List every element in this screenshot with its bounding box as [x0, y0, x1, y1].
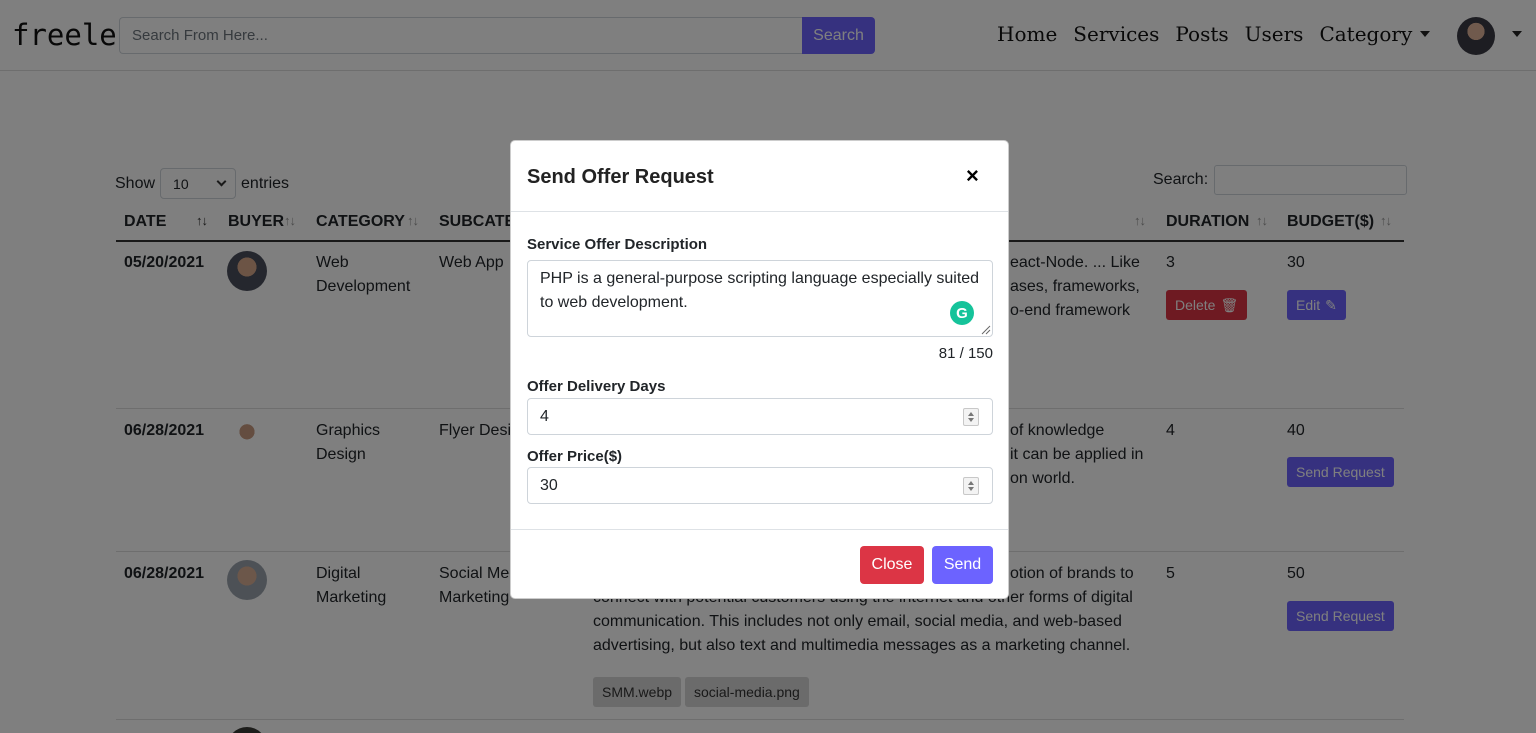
description-label: Service Offer Description	[527, 236, 708, 253]
char-counter: 81 / 150	[938, 345, 993, 362]
grammarly-icon[interactable]: G	[950, 301, 974, 325]
send-button[interactable]: Send	[932, 546, 993, 584]
price-input[interactable]: 30	[527, 467, 993, 504]
number-spinner-icon[interactable]	[963, 408, 979, 426]
description-textarea[interactable]: PHP is a general-purpose scripting langu…	[527, 260, 993, 337]
send-offer-modal: Send Offer Request × Service Offer Descr…	[510, 140, 1009, 599]
price-label: Offer Price($)	[527, 448, 623, 465]
modal-title: Send Offer Request	[527, 166, 714, 188]
delivery-days-value: 4	[540, 407, 549, 425]
resize-handle-icon[interactable]	[979, 323, 991, 335]
modal-header: Send Offer Request ×	[511, 141, 1008, 212]
close-icon[interactable]: ×	[966, 164, 979, 188]
price-value: 30	[540, 476, 558, 494]
close-button[interactable]: Close	[860, 546, 924, 584]
number-spinner-icon[interactable]	[963, 477, 979, 495]
delivery-days-input[interactable]: 4	[527, 398, 993, 435]
modal-footer: Close Send	[511, 529, 1008, 599]
delivery-days-label: Offer Delivery Days	[527, 378, 666, 395]
